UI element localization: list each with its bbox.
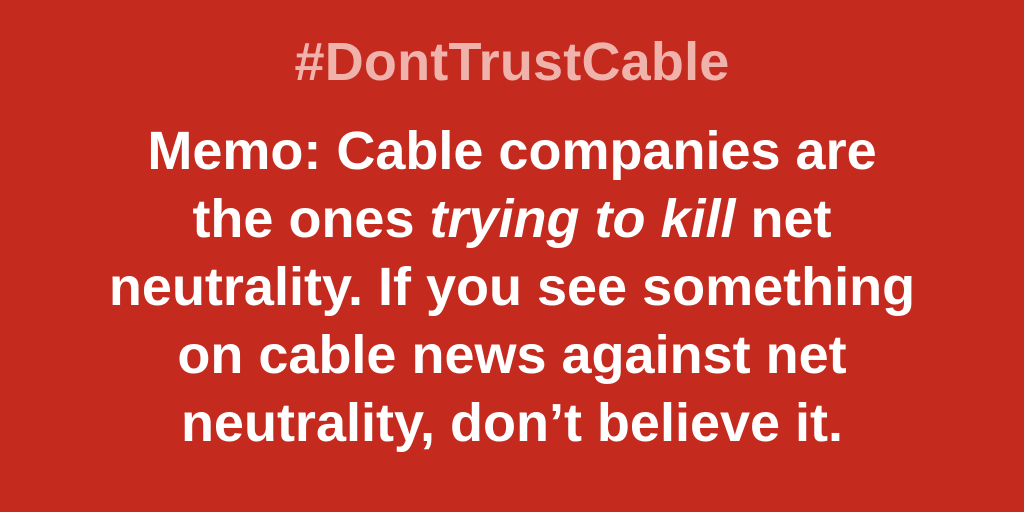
memo-line-4: on cable news against net	[177, 325, 847, 385]
memo-line-2-end: net	[735, 189, 832, 249]
hashtag-title: #DontTrustCable	[294, 32, 730, 92]
memo-emphasis: trying to kill	[429, 189, 736, 249]
graphic-card: #DontTrustCable Memo: Cable companies ar…	[0, 0, 1024, 512]
memo-line-3: neutrality. If you see something	[108, 257, 916, 317]
memo-line-2-start: the ones	[192, 189, 430, 249]
memo-text: Memo: Cable companies are the ones tryin…	[40, 117, 984, 457]
memo-line-1: Memo: Cable companies are	[147, 121, 877, 181]
memo-line-5: neutrality, don’t believe it.	[180, 393, 844, 453]
memo-line-2: the ones trying to kill net	[40, 185, 984, 253]
